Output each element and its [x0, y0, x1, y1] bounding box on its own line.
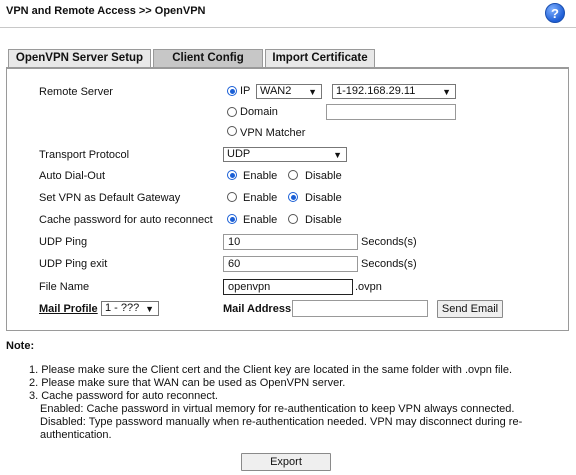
default-gateway-label: Set VPN as Default Gateway	[39, 192, 181, 204]
default-gateway-disable-label: Disable	[305, 192, 342, 204]
default-gateway-enable-label: Enable	[243, 192, 278, 204]
tab-import-certificate[interactable]: Import Certificate	[265, 49, 375, 67]
domain-input[interactable]	[326, 104, 456, 120]
chevron-down-icon: ▼	[333, 150, 342, 160]
vpn-matcher-radio[interactable]	[227, 126, 237, 136]
udp-ping-exit-label: UDP Ping exit	[39, 258, 108, 270]
auto-dial-out-disable-label: Disable	[305, 170, 342, 182]
remote-server-label: Remote Server	[39, 86, 113, 98]
file-name-extension: .ovpn	[355, 281, 382, 293]
note-line-3: 3. Cache password for auto reconnect.	[29, 390, 218, 402]
note-line-4: Enabled: Cache password in virtual memor…	[40, 403, 515, 415]
udp-ping-input[interactable]: 10	[223, 234, 358, 250]
auto-dial-out-enable-radio[interactable]	[227, 170, 237, 180]
file-name-input[interactable]: openvpn	[223, 279, 353, 295]
transport-protocol-label: Transport Protocol	[39, 149, 130, 161]
transport-protocol-select[interactable]: UDP ▼	[223, 147, 347, 162]
udp-ping-exit-unit: Seconds(s)	[361, 258, 417, 270]
ip-address-select[interactable]: 1-192.168.29.11 ▼	[332, 84, 456, 99]
ip-radio[interactable]	[227, 86, 237, 96]
chevron-down-icon: ▼	[442, 87, 451, 97]
help-icon[interactable]: ?	[545, 3, 565, 23]
udp-ping-unit: Seconds(s)	[361, 236, 417, 248]
vpn-matcher-label: VPN Matcher	[240, 127, 306, 139]
cache-password-enable-label: Enable	[243, 214, 278, 226]
cache-password-enable-radio[interactable]	[227, 214, 237, 224]
default-gateway-enable-radio[interactable]	[227, 192, 237, 202]
udp-ping-label: UDP Ping	[39, 236, 88, 248]
ip-address-value: 1-192.168.29.11	[336, 85, 416, 97]
note-title: Note:	[6, 340, 35, 352]
transport-protocol-value: UDP	[227, 148, 251, 160]
mail-profile-value: 1 - ???	[105, 302, 140, 314]
mail-profile-select[interactable]: 1 - ??? ▼	[101, 301, 159, 316]
cache-password-label: Cache password for auto reconnect	[39, 214, 213, 226]
file-name-label: File Name	[39, 281, 90, 293]
mail-address-input[interactable]	[292, 300, 428, 317]
wan-select-value: WAN2	[260, 85, 292, 97]
wan-select[interactable]: WAN2 ▼	[256, 84, 322, 99]
note-line-1: 1. Please make sure the Client cert and …	[29, 364, 513, 376]
auto-dial-out-enable-label: Enable	[243, 170, 278, 182]
auto-dial-out-label: Auto Dial-Out	[39, 170, 106, 182]
cache-password-disable-radio[interactable]	[288, 214, 298, 224]
export-button[interactable]: Export	[241, 453, 331, 471]
mail-profile-link[interactable]: Mail Profile	[39, 303, 98, 315]
send-email-button[interactable]: Send Email	[437, 300, 503, 318]
header-divider	[0, 27, 576, 28]
domain-radio-label: Domain	[240, 106, 278, 118]
domain-radio[interactable]	[227, 107, 237, 117]
page-title: VPN and Remote Access >> OpenVPN	[6, 5, 206, 17]
tab-openvpn-server-setup[interactable]: OpenVPN Server Setup	[8, 49, 151, 67]
ip-radio-label: IP	[240, 85, 251, 97]
note-line-5: Disabled: Type password manually when re…	[40, 416, 523, 428]
auto-dial-out-disable-radio[interactable]	[288, 170, 298, 180]
default-gateway-disable-radio[interactable]	[288, 192, 298, 202]
mail-address-label: Mail Address	[223, 303, 292, 315]
note-line-6: authentication.	[40, 429, 112, 441]
chevron-down-icon: ▼	[145, 304, 154, 314]
udp-ping-exit-input[interactable]: 60	[223, 256, 358, 272]
note-line-2: 2. Please make sure that WAN can be used…	[29, 377, 346, 389]
cache-password-disable-label: Disable	[305, 214, 342, 226]
chevron-down-icon: ▼	[308, 87, 317, 97]
tab-client-config[interactable]: Client Config	[153, 49, 263, 67]
